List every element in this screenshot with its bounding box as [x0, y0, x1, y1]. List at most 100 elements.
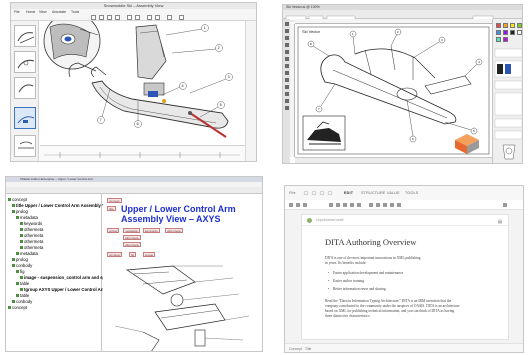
tree-node[interactable]: tgroup AXYS Upper / Lower Control Arm — [20, 287, 106, 292]
measure-tool-icon[interactable] — [135, 15, 140, 20]
select-tool-icon[interactable] — [91, 15, 96, 20]
explode-tool-icon[interactable] — [147, 15, 152, 20]
tag-marker[interactable]: othermeta — [165, 228, 183, 233]
pen-tool-icon[interactable] — [284, 36, 289, 40]
menu-file[interactable]: File — [289, 191, 296, 195]
render-tool-icon[interactable] — [167, 15, 172, 20]
tree-node[interactable]: othermeta — [20, 227, 43, 232]
tree-node[interactable]: concept — [8, 305, 27, 310]
menu-edit[interactable]: EDIT — [344, 191, 353, 195]
line-tool-icon[interactable] — [284, 50, 289, 54]
swatch[interactable] — [510, 30, 515, 35]
tag-marker[interactable]: othermeta — [123, 235, 141, 240]
selection-tool-icon[interactable] — [284, 22, 289, 26]
rotate-tool-icon[interactable] — [99, 15, 104, 20]
rotate-tool-icon[interactable] — [284, 71, 289, 75]
search-icon[interactable] — [503, 203, 507, 207]
tag-marker[interactable]: fig — [129, 252, 137, 257]
tag-marker[interactable]: concept — [107, 198, 122, 203]
tag-marker[interactable]: othermeta — [123, 242, 141, 247]
tree-node[interactable]: fig — [16, 269, 25, 274]
swatch[interactable] — [510, 23, 515, 28]
swatch[interactable] — [517, 23, 522, 28]
menu-structure[interactable]: STRUCTURE — [361, 191, 386, 195]
breadcrumb-item[interactable]: Title — [305, 347, 311, 351]
document-view[interactable]: concept title Upper / Lower Control Arm … — [103, 194, 262, 351]
rectangle-tool-icon[interactable] — [284, 57, 289, 61]
ribbon-tab-annotate[interactable]: Annotate — [52, 10, 66, 14]
ribbon-tab-tools[interactable]: Tools — [71, 10, 79, 14]
paragraph-icon[interactable] — [289, 203, 293, 207]
table-icon[interactable] — [376, 203, 380, 207]
view-thumbnail[interactable] — [14, 135, 36, 157]
tree-node[interactable]: metadata — [16, 215, 38, 220]
swatch[interactable] — [496, 23, 501, 28]
document-card[interactable]: Unpublished draft DITA Authoring Overvie… — [301, 214, 509, 340]
vertical-scrollbar[interactable] — [245, 21, 256, 161]
tree-node[interactable]: concept — [8, 197, 27, 202]
tree-node[interactable]: prolog — [12, 209, 28, 214]
cad-canvas[interactable]: 1 2 3 4 5 6 7 — [40, 12, 246, 145]
bold-icon[interactable] — [329, 203, 333, 207]
timeline-bar[interactable] — [40, 145, 246, 161]
zoom-tool-icon[interactable] — [284, 106, 289, 110]
breadcrumb-item[interactable]: Concept — [289, 347, 302, 351]
underline-icon[interactable] — [343, 203, 347, 207]
menu-tools[interactable]: TOOLS — [405, 191, 418, 195]
hand-tool-icon[interactable] — [284, 99, 289, 103]
image-icon[interactable] — [369, 203, 373, 207]
callout-tool-icon[interactable] — [127, 15, 132, 20]
tree-node[interactable]: conbody — [12, 263, 32, 268]
ribbon-tab-file[interactable]: File — [14, 10, 20, 14]
swatch[interactable] — [517, 30, 522, 35]
lock-icon[interactable] — [497, 218, 503, 224]
tree-node[interactable]: title Upper / Lower Control Arm Assembly… — [12, 203, 115, 208]
code-icon[interactable] — [383, 203, 387, 207]
tree-node[interactable]: othermeta — [20, 245, 43, 250]
note-icon[interactable] — [390, 203, 394, 207]
view-thumbnail-selected[interactable] — [14, 107, 36, 129]
type-tool-icon[interactable] — [284, 43, 289, 47]
tag-marker[interactable]: title — [107, 206, 116, 211]
view-thumbnail[interactable] — [14, 77, 36, 99]
tag-marker[interactable]: prolog — [107, 228, 120, 233]
tag-marker[interactable]: keywords — [143, 228, 160, 233]
italic-icon[interactable] — [336, 203, 340, 207]
eyedropper-tool-icon[interactable] — [284, 92, 289, 96]
tag-marker[interactable]: image — [143, 252, 156, 257]
view-thumbnail[interactable] — [14, 51, 36, 73]
tree-node[interactable]: conbody — [12, 299, 32, 304]
publish-tool-icon[interactable] — [179, 15, 184, 20]
tree-node[interactable]: metadata — [16, 251, 38, 256]
scale-tool-icon[interactable] — [284, 78, 289, 82]
brush-tool-icon[interactable] — [284, 64, 289, 68]
tree-node[interactable]: othermeta — [20, 233, 43, 238]
pan-tool-icon[interactable] — [115, 15, 120, 20]
strikethrough-icon[interactable] — [357, 203, 361, 207]
menu-value[interactable]: VALUE — [387, 191, 400, 195]
swatch[interactable] — [503, 23, 508, 28]
view-thumbnail[interactable] — [14, 25, 36, 47]
swatch[interactable] — [496, 37, 501, 42]
tree-node[interactable]: table — [16, 281, 29, 286]
link-icon[interactable] — [350, 203, 354, 207]
tree-node[interactable]: keywords — [20, 221, 42, 226]
section-tool-icon[interactable] — [155, 15, 160, 20]
indent-icon[interactable] — [303, 203, 307, 207]
zoom-tool-icon[interactable] — [107, 15, 112, 20]
more-icon[interactable] — [397, 203, 401, 207]
swatch[interactable] — [503, 37, 508, 42]
tree-node[interactable]: table — [16, 293, 29, 298]
gradient-tool-icon[interactable] — [284, 85, 289, 89]
tag-marker[interactable]: metadata — [123, 228, 140, 233]
swatch[interactable] — [496, 30, 501, 35]
tag-marker[interactable]: conbody — [107, 252, 123, 257]
tree-node[interactable]: othermeta — [20, 239, 43, 244]
swatch[interactable] — [503, 30, 508, 35]
artboard[interactable]: Ski Vector 1 2 3 4 5 6 7 8 — [295, 24, 492, 157]
tree-node[interactable]: prolog — [12, 257, 28, 262]
ribbon-tab-view[interactable]: View — [39, 10, 47, 14]
list-icon[interactable] — [296, 203, 300, 207]
direct-select-tool-icon[interactable] — [284, 29, 289, 33]
ribbon-tab-home[interactable]: Home — [26, 10, 35, 14]
